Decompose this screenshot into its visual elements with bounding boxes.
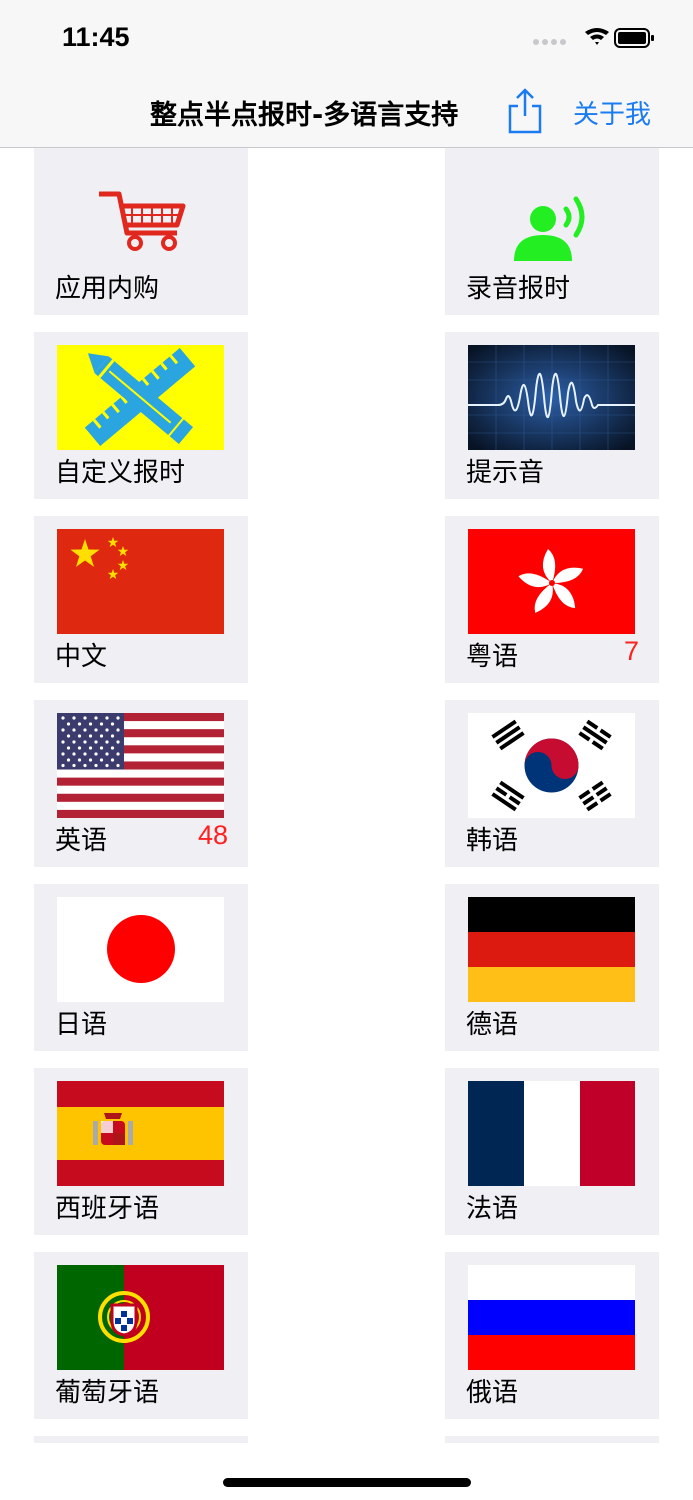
usa-flag-icon [57, 713, 224, 818]
tile-label: 葡萄牙语 [55, 1378, 160, 1408]
battery-icon [614, 28, 654, 48]
hong-kong-flag-icon [468, 529, 635, 634]
tile-chinese[interactable]: 中文 [34, 516, 248, 683]
status-time: 11:45 [62, 22, 130, 52]
tile-korean[interactable]: 韩语 [445, 700, 659, 867]
tile-label: 俄语 [466, 1378, 519, 1408]
tile-count: 7 [623, 636, 639, 666]
page-title: 整点半点报时-多语言支持 [150, 100, 459, 131]
spain-flag-icon [57, 1081, 224, 1186]
tile-label: 日语 [55, 1010, 108, 1040]
portugal-flag-icon [57, 1265, 224, 1370]
cart-icon [57, 161, 224, 266]
tile-voice-record[interactable]: 录音报时 [445, 148, 659, 315]
tile-german[interactable]: 德语 [445, 884, 659, 1051]
tile-label: 法语 [466, 1194, 519, 1224]
japan-flag-icon [57, 897, 224, 1002]
tile-count: 48 [197, 820, 228, 850]
wifi-icon [585, 28, 609, 45]
tile-russian[interactable]: 俄语 [445, 1252, 659, 1419]
tile-spanish[interactable]: 西班牙语 [34, 1068, 248, 1235]
tile-label: 提示音 [466, 458, 545, 488]
tile-notification-sound[interactable]: 提示音 [445, 332, 659, 499]
tile-label: 中文 [55, 642, 108, 672]
pencil-ruler-icon [57, 345, 224, 450]
status-icons [533, 26, 655, 52]
share-button[interactable] [505, 86, 545, 136]
tile-english[interactable]: 英语 48 [34, 700, 248, 867]
tile-label: 录音报时 [466, 274, 571, 304]
home-indicator[interactable] [223, 1478, 471, 1487]
tile-portuguese[interactable]: 葡萄牙语 [34, 1252, 248, 1419]
status-bar: 11:45 [0, 0, 693, 76]
china-flag-icon [57, 529, 224, 634]
tile-custom-announce[interactable]: 自定义报时 [34, 332, 248, 499]
tile-cantonese[interactable]: 粤语 7 [445, 516, 659, 683]
tile-label: 德语 [466, 1010, 519, 1040]
navigation-bar: 整点半点报时-多语言支持 关于我 [0, 76, 693, 148]
tile-label: 应用内购 [55, 274, 160, 304]
speaking-person-icon [468, 161, 635, 266]
tile-label: 韩语 [466, 826, 519, 856]
tile-label: 自定义报时 [55, 458, 186, 488]
korea-flag-icon [468, 713, 635, 818]
tile-partial[interactable] [445, 1436, 659, 1443]
share-icon [508, 88, 542, 134]
signal-icon [533, 39, 566, 45]
tile-label: 粤语 [466, 642, 519, 672]
tile-japanese[interactable]: 日语 [34, 884, 248, 1051]
sound-wave-icon [468, 345, 635, 450]
tile-label: 英语 [55, 826, 108, 856]
tile-french[interactable]: 法语 [445, 1068, 659, 1235]
russia-flag-icon [468, 1265, 635, 1370]
france-flag-icon [468, 1081, 635, 1186]
tile-label: 西班牙语 [55, 1194, 160, 1224]
germany-flag-icon [468, 897, 635, 1002]
tile-in-app-purchase[interactable]: 应用内购 [34, 148, 248, 315]
tile-partial[interactable] [34, 1436, 248, 1443]
about-button[interactable]: 关于我 [573, 94, 651, 131]
